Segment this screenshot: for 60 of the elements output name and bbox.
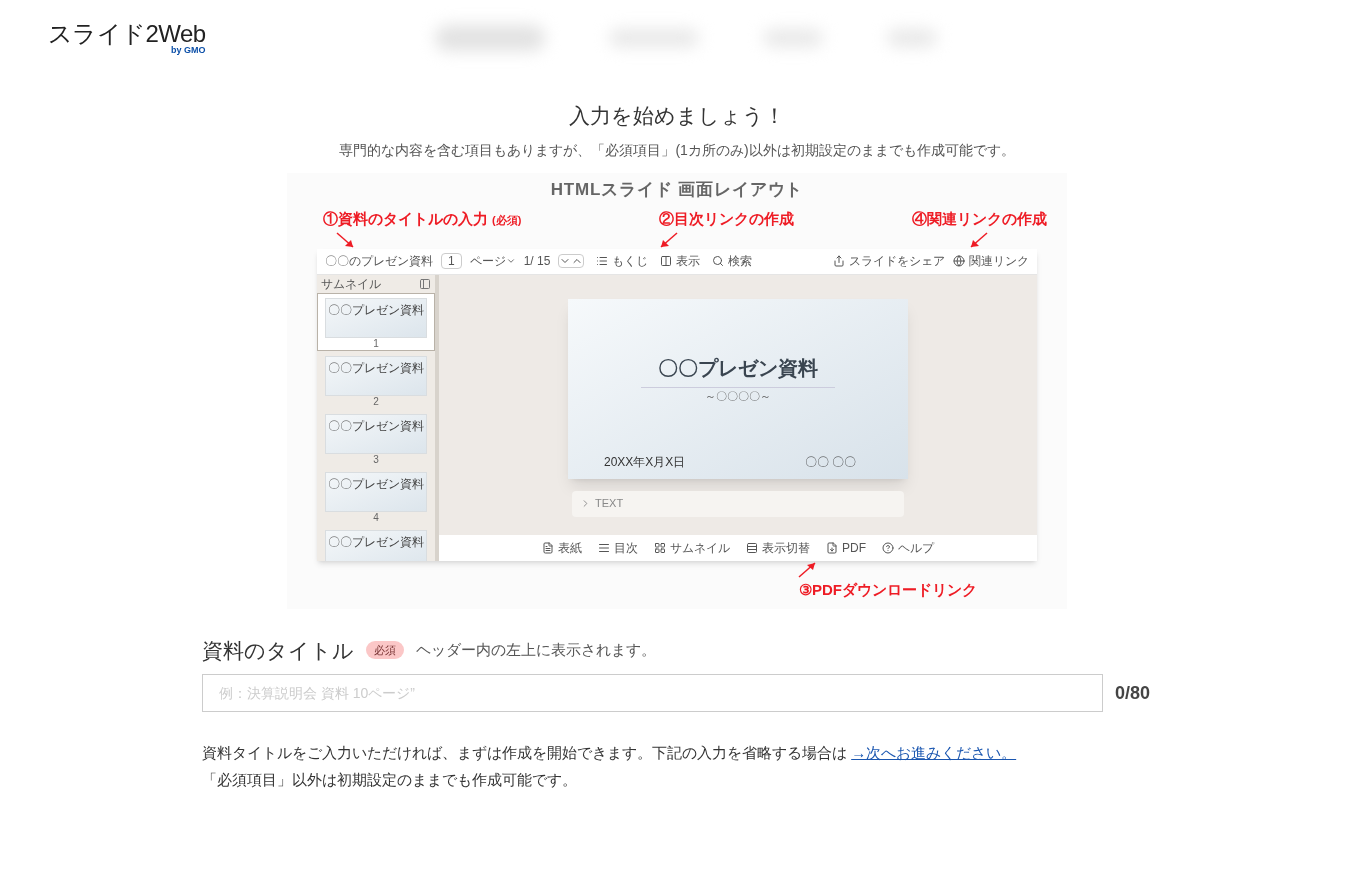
thumbnail-number: 2: [373, 395, 379, 408]
arrow-icon: [335, 230, 355, 249]
toolbar-button[interactable]: スライドをシェア: [833, 252, 945, 270]
page-nav-buttons[interactable]: [558, 254, 585, 268]
toolbar-button[interactable]: 関連リンク: [953, 252, 1029, 270]
slide-author: 〇〇 〇〇: [804, 453, 856, 471]
panel-icon[interactable]: [419, 277, 431, 290]
bottom-bar-button[interactable]: 目次: [598, 538, 638, 557]
bottom-bar-button[interactable]: PDF: [826, 538, 866, 557]
document-title: 〇〇のプレゼン資料: [325, 253, 433, 270]
page-number-field[interactable]: 1: [441, 253, 462, 269]
help-text: 資料タイトルをご入力いただければ、まずは作成を開始できます。下記の入力を省略する場合は →次へお進みください。: [202, 743, 1018, 763]
page-count: 1/ 15: [523, 253, 551, 270]
pdf-icon: [826, 541, 838, 554]
annotation-label: ①資料のタイトルの入力 (必須): [323, 209, 522, 229]
next-link[interactable]: →次へお進みください。: [851, 744, 1017, 761]
slide-subtitle: ～〇〇〇〇～: [641, 386, 835, 404]
search-icon: [712, 255, 725, 267]
thumbnail-item[interactable]: 〇〇プレゼン資料 1: [317, 292, 435, 351]
toolbar-button[interactable]: 表示: [660, 252, 701, 270]
thumbnail-title: 〇〇プレゼン資料: [328, 302, 424, 317]
page-subtitle: 専門的な内容を含む項目もありますが、「必須項目」(1カ所のみ)以外は初期設定のままでも作成可能です。: [339, 140, 1015, 160]
help-icon: [882, 541, 894, 554]
sidebar-title: サムネイル: [321, 275, 381, 293]
slide-date: 20XX年X月X日: [604, 453, 686, 471]
thumbnail-number: 3: [373, 453, 379, 466]
slide-title: 〇〇プレゼン資料: [658, 355, 818, 381]
help-text: 「必須項目」以外は初期設定のままでも作成可能です。: [202, 769, 578, 790]
caret-icon: [505, 256, 516, 266]
bottom-bar-button[interactable]: ヘルプ: [882, 538, 934, 557]
globe-icon: [953, 255, 965, 267]
required-badge: 必須: [366, 641, 404, 660]
annotation-label: ③PDFダウンロードリンク: [799, 579, 977, 600]
share-icon: [833, 255, 845, 267]
diagram-title: HTMLスライド 画面レイアウト: [550, 178, 804, 201]
thumbnail-number: 1: [373, 337, 379, 350]
annotation-label: ②目次リンクの作成: [659, 209, 795, 229]
toolbar-button[interactable]: もくじ: [596, 252, 649, 270]
thumbnail-title: 〇〇プレゼン資料: [328, 476, 424, 491]
page-heading: 入力を始めましょう！: [569, 103, 785, 129]
field-label: 資料のタイトル: [202, 637, 354, 664]
arrow-icon: [969, 230, 990, 249]
bottom-bar-button[interactable]: サムネイル: [654, 538, 730, 557]
thumbnail-title: 〇〇プレゼン資料: [328, 534, 424, 549]
thumbnail-number: 4: [373, 511, 379, 524]
notes-text: TEXT: [595, 496, 624, 512]
logo[interactable]: スライド2Web by GMO: [48, 21, 206, 55]
arrow-icon: [797, 560, 817, 579]
thumbnail-title: 〇〇プレゼン資料: [328, 360, 424, 375]
character-counter: 0/80: [1115, 681, 1151, 705]
bottom-bar-button[interactable]: 表示切替: [746, 538, 810, 557]
grid-icon: [654, 541, 666, 554]
field-hint: ヘッダー内の左上に表示されます。: [416, 640, 656, 660]
bottom-bar-button[interactable]: 表紙: [542, 538, 582, 557]
page-menu[interactable]: ページ: [469, 252, 516, 270]
thumbnail-title: 〇〇プレゼン資料: [328, 418, 424, 433]
annotation-label: ④関連リンクの作成: [912, 209, 1047, 229]
arrow-icon: [659, 230, 680, 249]
toolbar-button[interactable]: 検索: [712, 252, 753, 270]
list-icon: [596, 255, 609, 267]
